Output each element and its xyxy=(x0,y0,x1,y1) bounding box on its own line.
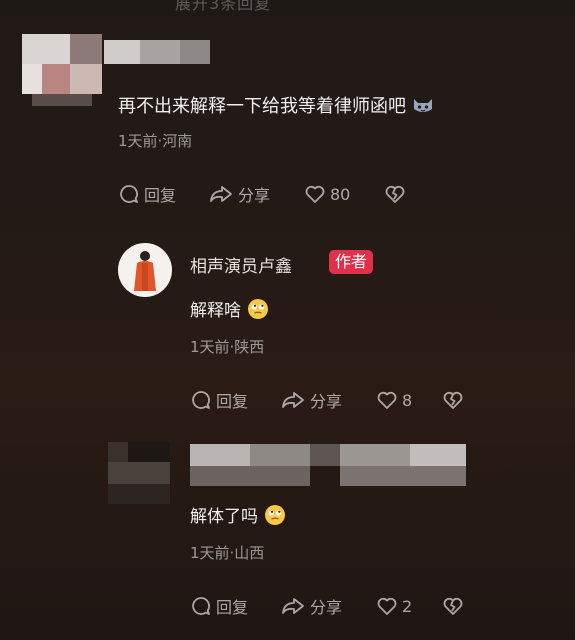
rolling-eyes-emoji xyxy=(264,504,286,531)
comment-meta: 1天前·陕西 xyxy=(190,338,265,356)
share-button[interactable]: 分享 xyxy=(280,594,376,618)
comment-actions: 回复 分享 2 xyxy=(190,594,464,618)
comment-actions: 回复 分享 80 xyxy=(118,182,406,206)
comment-text: 解释啥 xyxy=(190,296,269,325)
like-count: 80 xyxy=(330,184,351,204)
like-count: 8 xyxy=(402,390,413,410)
reply-bubble-icon xyxy=(192,391,210,409)
reply-bubble-icon xyxy=(192,597,210,615)
broken-heart-icon xyxy=(443,597,463,615)
share-arrow-icon xyxy=(210,186,232,202)
avatar[interactable] xyxy=(108,442,170,504)
heart-icon xyxy=(305,185,325,203)
dislike-button[interactable] xyxy=(384,183,406,205)
author-name[interactable]: 相声演员卢鑫 xyxy=(190,252,292,277)
like-button[interactable]: 80 xyxy=(304,183,364,205)
like-button[interactable]: 2 xyxy=(376,595,432,617)
share-arrow-icon xyxy=(282,392,304,408)
reply-button[interactable]: 回复 xyxy=(190,388,264,412)
reply-button[interactable]: 回复 xyxy=(118,182,192,206)
heart-icon xyxy=(377,391,397,409)
comment-text: 解体了吗 xyxy=(190,502,286,531)
broken-heart-icon xyxy=(443,391,463,409)
username-blurred[interactable] xyxy=(190,444,466,486)
heart-icon xyxy=(377,597,397,615)
dislike-button[interactable] xyxy=(442,595,464,617)
comment-actions: 回复 分享 8 xyxy=(190,388,464,412)
collapsed-replies-text[interactable]: 展开3条回复 xyxy=(175,0,271,14)
avatar[interactable] xyxy=(22,34,102,106)
author-avatar[interactable] xyxy=(118,243,172,297)
reply-bubble-icon xyxy=(120,185,138,203)
broken-heart-icon xyxy=(385,185,405,203)
author-badge: 作者 xyxy=(329,250,374,274)
cat-face-emoji xyxy=(412,95,434,120)
comment-meta: 1天前·山西 xyxy=(190,544,265,562)
share-button[interactable]: 分享 xyxy=(280,388,376,412)
share-arrow-icon xyxy=(282,598,304,614)
rolling-eyes-emoji xyxy=(247,298,269,325)
share-button[interactable]: 分享 xyxy=(208,182,304,206)
dislike-button[interactable] xyxy=(442,389,464,411)
comment-meta: 1天前·河南 xyxy=(118,132,193,150)
like-button[interactable]: 8 xyxy=(376,389,432,411)
username-blurred[interactable] xyxy=(104,40,210,64)
comment-text: 再不出来解释一下给我等着律师函吧 xyxy=(118,92,434,120)
like-count: 2 xyxy=(402,596,413,616)
reply-button[interactable]: 回复 xyxy=(190,594,264,618)
performer-figure-icon xyxy=(134,251,156,291)
